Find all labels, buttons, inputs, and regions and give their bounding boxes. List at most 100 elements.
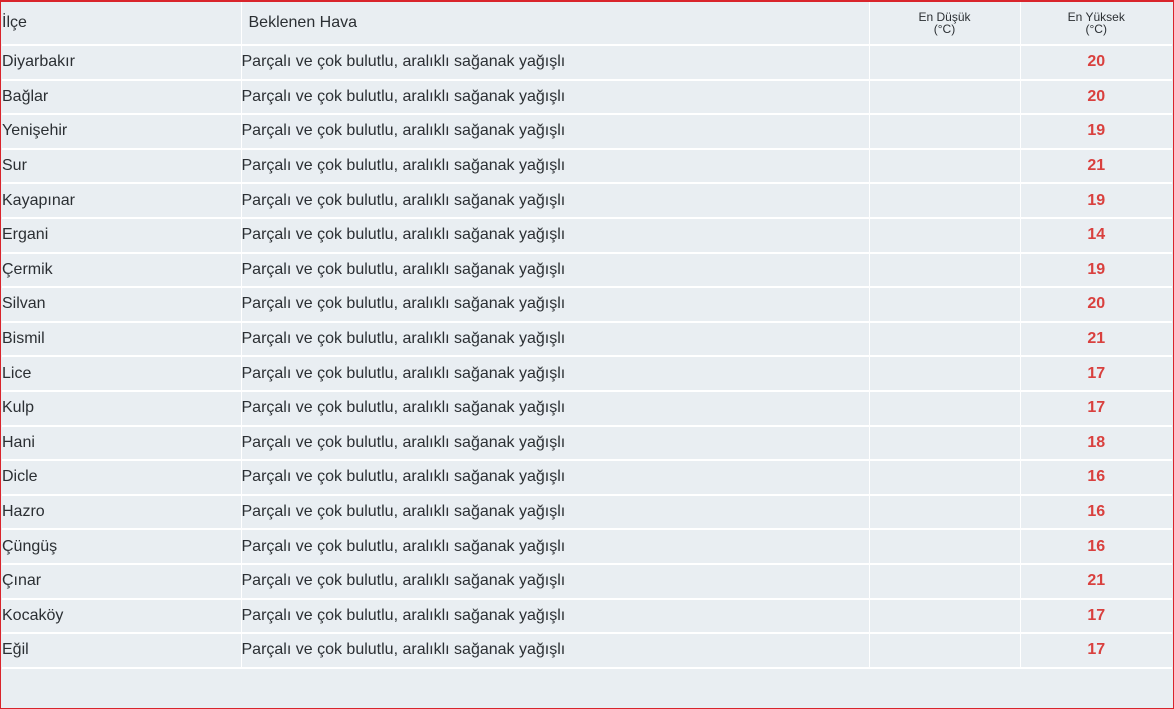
weather-cell: Parçalı ve çok bulutlu, aralıklı sağanak… bbox=[241, 460, 870, 496]
weather-cell: Parçalı ve çok bulutlu, aralıklı sağanak… bbox=[241, 148, 870, 185]
district-cell: Diyarbakır bbox=[2, 45, 242, 81]
district-cell: Kulp bbox=[2, 390, 242, 427]
district-cell: Bismil bbox=[2, 321, 242, 358]
table-row: Diyarbakır Parçalı ve çok bulutlu, aralık… bbox=[2, 45, 1172, 81]
table-row: Yenişehir Parçalı ve çok bulutlu, aralıkl… bbox=[2, 114, 1172, 150]
max-temp-cell: 17 bbox=[1020, 390, 1172, 427]
weather-cell: Parçalı ve çok bulutlu, aralıklı sağanak… bbox=[241, 598, 870, 635]
max-temp-cell: 17 bbox=[1020, 633, 1172, 669]
max-temp-cell: 19 bbox=[1020, 252, 1172, 289]
max-temp-cell: 20 bbox=[1020, 79, 1172, 116]
table-row: Bismil Parçalı ve çok bulutlu, aralıklı s… bbox=[2, 321, 1172, 358]
table-row: Silvan Parçalı ve çok bulutlu, aralıklı s… bbox=[2, 287, 1172, 323]
min-temp-cell bbox=[869, 217, 1021, 254]
district-cell: Kayapınar bbox=[2, 183, 242, 219]
header-row: İlçe Beklenen Hava En Düşük (°C) En Yüks… bbox=[2, 2, 1172, 46]
weather-cell: Parçalı ve çok bulutlu, aralıklı sağanak… bbox=[241, 356, 870, 392]
weather-cell: Parçalı ve çok bulutlu, aralıklı sağanak… bbox=[241, 79, 870, 116]
min-temp-cell bbox=[869, 598, 1021, 635]
district-cell: Sur bbox=[2, 148, 242, 185]
weather-cell: Parçalı ve çok bulutlu, aralıklı sağanak… bbox=[241, 114, 870, 150]
max-temp-cell: 18 bbox=[1020, 425, 1172, 462]
district-cell: Hazro bbox=[2, 494, 242, 531]
table-row: Hazro Parçalı ve çok bulutlu, aralıklı sa… bbox=[2, 494, 1172, 531]
min-temp-cell bbox=[869, 633, 1021, 669]
weather-cell: Parçalı ve çok bulutlu, aralıklı sağanak… bbox=[241, 425, 870, 462]
weather-cell: Parçalı ve çok bulutlu, aralıklı sağanak… bbox=[241, 563, 870, 600]
header-max-temp: En Yüksek (°C) bbox=[1020, 2, 1172, 46]
district-weather-table: İlçe Beklenen Hava En Düşük (°C) En Yüks… bbox=[2, 2, 1172, 669]
weather-cell: Parçalı ve çok bulutlu, aralıklı sağanak… bbox=[241, 217, 870, 254]
max-temp-cell: 19 bbox=[1020, 183, 1172, 219]
weather-cell: Parçalı ve çok bulutlu, aralıklı sağanak… bbox=[241, 529, 870, 565]
table-row: Sur Parçalı ve çok bulutlu, aralıklı sağa… bbox=[2, 148, 1172, 185]
min-temp-cell bbox=[869, 287, 1021, 323]
min-temp-cell bbox=[869, 183, 1021, 219]
max-temp-cell: 20 bbox=[1020, 287, 1172, 323]
min-temp-cell bbox=[869, 148, 1021, 185]
table-row: Hani Parçalı ve çok bulutlu, aralıklı sağ… bbox=[2, 425, 1172, 462]
min-temp-cell bbox=[869, 494, 1021, 531]
table-row: Kulp Parçalı ve çok bulutlu, aralıklı sağ… bbox=[2, 390, 1172, 427]
min-temp-cell bbox=[869, 390, 1021, 427]
max-temp-cell: 20 bbox=[1020, 45, 1172, 81]
weather-cell: Parçalı ve çok bulutlu, aralıklı sağanak… bbox=[241, 390, 870, 427]
district-cell: Kocaköy bbox=[2, 598, 242, 635]
min-temp-cell bbox=[869, 529, 1021, 565]
weather-cell: Parçalı ve çok bulutlu, aralıklı sağanak… bbox=[241, 252, 870, 289]
max-temp-cell: 16 bbox=[1020, 529, 1172, 565]
min-temp-cell bbox=[869, 425, 1021, 462]
max-temp-cell: 16 bbox=[1020, 460, 1172, 496]
table-row: Kayapınar Parçalı ve çok bulutlu, aralıkl… bbox=[2, 183, 1172, 219]
max-temp-cell: 14 bbox=[1020, 217, 1172, 254]
table-row: Ergani Parçalı ve çok bulutlu, aralıklı s… bbox=[2, 217, 1172, 254]
max-temp-cell: 21 bbox=[1020, 148, 1172, 185]
min-temp-cell bbox=[869, 563, 1021, 600]
table-row: Dicle Parçalı ve çok bulutlu, aralıklı sa… bbox=[2, 460, 1172, 496]
max-temp-cell: 19 bbox=[1020, 114, 1172, 150]
header-min-temp: En Düşük (°C) bbox=[869, 2, 1021, 46]
weather-cell: Parçalı ve çok bulutlu, aralıklı sağanak… bbox=[241, 321, 870, 358]
table-header: İlçe Beklenen Hava En Düşük (°C) En Yüks… bbox=[2, 2, 1172, 46]
weather-cell: Parçalı ve çok bulutlu, aralıklı sağanak… bbox=[241, 45, 870, 81]
min-temp-cell bbox=[869, 45, 1021, 81]
district-cell: Eğil bbox=[2, 633, 242, 669]
table-row: Lice Parçalı ve çok bulutlu, aralıklı sağ… bbox=[2, 356, 1172, 392]
max-temp-cell: 21 bbox=[1020, 321, 1172, 358]
header-max-unit: (°C) bbox=[1085, 22, 1107, 36]
district-cell: Hani bbox=[2, 425, 242, 462]
table-body: Diyarbakır Parçalı ve çok bulutlu, aralık… bbox=[2, 45, 1172, 669]
table-row: Kocaköy Parçalı ve çok bulutlu, aralıklı … bbox=[2, 598, 1172, 635]
weather-cell: Parçalı ve çok bulutlu, aralıklı sağanak… bbox=[241, 287, 870, 323]
header-weather: Beklenen Hava bbox=[241, 2, 870, 46]
min-temp-cell bbox=[869, 321, 1021, 358]
district-cell: Silvan bbox=[2, 287, 242, 323]
max-temp-cell: 21 bbox=[1020, 563, 1172, 600]
district-cell: Yenişehir bbox=[2, 114, 242, 150]
weather-cell: Parçalı ve çok bulutlu, aralıklı sağanak… bbox=[241, 494, 870, 531]
weather-cell: Parçalı ve çok bulutlu, aralıklı sağanak… bbox=[241, 633, 870, 669]
table-row: Eğil Parçalı ve çok bulutlu, aralıklı sağ… bbox=[2, 633, 1172, 669]
district-cell: Bağlar bbox=[2, 79, 242, 116]
district-cell: Çınar bbox=[2, 563, 242, 600]
min-temp-cell bbox=[869, 356, 1021, 392]
weather-cell: Parçalı ve çok bulutlu, aralıklı sağanak… bbox=[241, 183, 870, 219]
district-cell: Çüngüş bbox=[2, 529, 242, 565]
min-temp-cell bbox=[869, 460, 1021, 496]
min-temp-cell bbox=[869, 114, 1021, 150]
max-temp-cell: 17 bbox=[1020, 356, 1172, 392]
header-min-unit: (°C) bbox=[933, 22, 956, 36]
weather-table-frame: İlçe Beklenen Hava En Düşük (°C) En Yüks… bbox=[0, 0, 1174, 709]
table-row: Çınar Parçalı ve çok bulutlu, aralıklı sa… bbox=[2, 563, 1172, 600]
max-temp-cell: 16 bbox=[1020, 494, 1172, 531]
min-temp-cell bbox=[869, 79, 1021, 116]
district-cell: Çermik bbox=[2, 252, 242, 289]
table-row: Çüngüş Parçalı ve çok bulutlu, aralıklı s… bbox=[2, 529, 1172, 565]
district-cell: Ergani bbox=[2, 217, 242, 254]
table-row: Çermik Parçalı ve çok bulutlu, aralıklı s… bbox=[2, 252, 1172, 289]
district-cell: Lice bbox=[2, 356, 242, 392]
table-row: Bağlar Parçalı ve çok bulutlu, aralıklı s… bbox=[2, 79, 1172, 116]
district-cell: Dicle bbox=[2, 460, 242, 496]
min-temp-cell bbox=[869, 252, 1021, 289]
header-district: İlçe bbox=[2, 2, 242, 46]
